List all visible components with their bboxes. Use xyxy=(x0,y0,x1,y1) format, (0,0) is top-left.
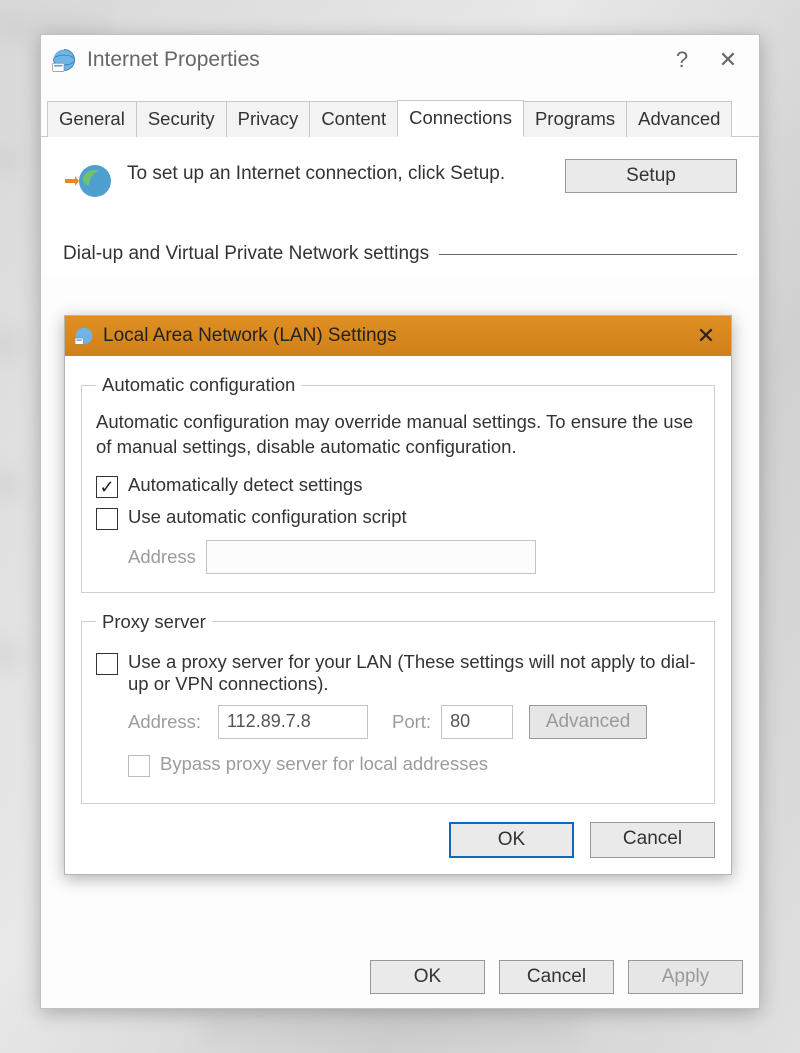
auto-script-label: Use automatic configuration script xyxy=(128,506,407,528)
proxy-port-input[interactable] xyxy=(441,705,513,739)
lan-close-button[interactable]: ✕ xyxy=(691,323,721,349)
automatic-configuration-group: Automatic configuration Automatic config… xyxy=(81,374,715,593)
bypass-proxy-checkbox[interactable] xyxy=(128,755,150,777)
tab-general[interactable]: General xyxy=(47,101,137,137)
help-button[interactable]: ? xyxy=(659,47,705,73)
ip-apply-button[interactable]: Apply xyxy=(628,960,743,994)
auto-config-description: Automatic configuration may override man… xyxy=(96,410,700,460)
setup-button[interactable]: Setup xyxy=(565,159,737,193)
tab-programs[interactable]: Programs xyxy=(523,101,627,137)
proxy-port-label: Port: xyxy=(392,711,431,733)
proxy-address-label: Address: xyxy=(128,711,208,733)
proxy-advanced-button[interactable]: Advanced xyxy=(529,705,647,739)
proxy-server-group: Proxy server Use a proxy server for your… xyxy=(81,611,715,804)
tab-content[interactable]: Content xyxy=(309,101,398,137)
ip-ok-button[interactable]: OK xyxy=(370,960,485,994)
auto-script-address-label: Address xyxy=(128,546,196,568)
close-button[interactable]: ✕ xyxy=(705,47,751,73)
proxy-legend: Proxy server xyxy=(96,611,212,633)
auto-detect-checkbox[interactable]: ✓ xyxy=(96,476,118,498)
lan-ok-button[interactable]: OK xyxy=(449,822,574,858)
use-proxy-label: Use a proxy server for your LAN (These s… xyxy=(128,651,700,695)
tab-privacy[interactable]: Privacy xyxy=(226,101,311,137)
ip-title-text: Internet Properties xyxy=(87,48,260,72)
tab-connections[interactable]: Connections xyxy=(397,100,524,137)
dialup-section-label: Dial-up and Virtual Private Network sett… xyxy=(63,243,429,265)
auto-detect-label: Automatically detect settings xyxy=(128,474,362,496)
tab-security[interactable]: Security xyxy=(136,101,227,137)
auto-script-checkbox[interactable] xyxy=(96,508,118,530)
use-proxy-checkbox[interactable] xyxy=(96,653,118,675)
proxy-address-input[interactable] xyxy=(218,705,368,739)
setup-description: To set up an Internet connection, click … xyxy=(127,159,551,187)
globe-icon xyxy=(51,47,77,73)
ip-titlebar: Internet Properties ? ✕ xyxy=(41,35,759,85)
tab-strip: General Security Privacy Content Connect… xyxy=(41,99,759,137)
bypass-proxy-label: Bypass proxy server for local addresses xyxy=(160,753,488,775)
connection-wizard-icon xyxy=(63,159,113,203)
tab-advanced[interactable]: Advanced xyxy=(626,101,732,137)
ip-body: To set up an Internet connection, click … xyxy=(41,137,759,277)
auto-config-legend: Automatic configuration xyxy=(96,374,301,396)
lan-cancel-button[interactable]: Cancel xyxy=(590,822,715,858)
auto-script-address-input[interactable] xyxy=(206,540,536,574)
globe-icon xyxy=(73,325,95,347)
lan-title-text: Local Area Network (LAN) Settings xyxy=(103,325,397,347)
lan-titlebar: Local Area Network (LAN) Settings ✕ xyxy=(65,316,731,356)
ip-cancel-button[interactable]: Cancel xyxy=(499,960,614,994)
dialup-section-header: Dial-up and Virtual Private Network sett… xyxy=(63,243,737,265)
ip-footer-buttons: OK Cancel Apply xyxy=(370,960,743,994)
lan-settings-dialog: Local Area Network (LAN) Settings ✕ Auto… xyxy=(64,315,732,875)
